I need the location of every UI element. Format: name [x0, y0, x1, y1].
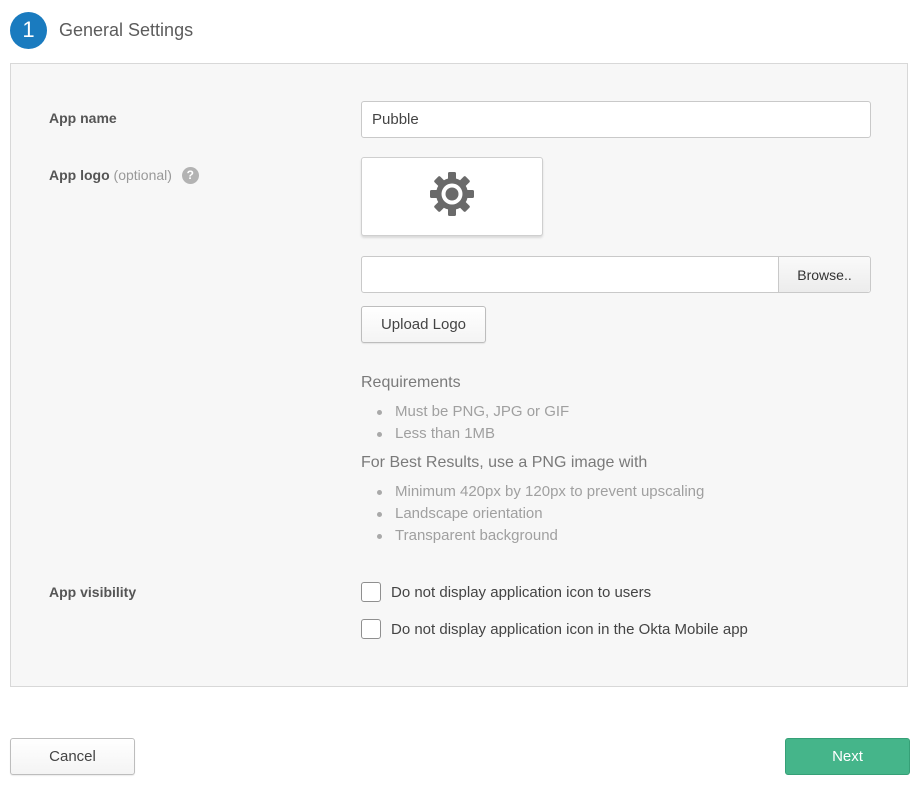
app-visibility-label: App visibility — [49, 584, 137, 600]
logo-preview — [361, 157, 543, 236]
requirements-heading: Requirements — [361, 374, 461, 391]
list-item: Landscape orientation — [361, 503, 704, 525]
list-item: Minimum 420px by 120px to prevent upscal… — [361, 481, 704, 503]
hide-icon-mobile-checkbox[interactable] — [361, 619, 381, 639]
best-results-list: Minimum 420px by 120px to prevent upscal… — [361, 481, 704, 547]
optional-text: (optional) — [113, 167, 172, 183]
list-item: Transparent background — [361, 525, 704, 547]
hide-icon-users-option[interactable]: Do not display application icon to users — [361, 582, 651, 602]
help-icon[interactable]: ? — [181, 167, 199, 184]
list-item: Must be PNG, JPG or GIF — [361, 401, 569, 423]
app-name-input[interactable] — [361, 101, 871, 138]
step-header: 1 General Settings — [10, 11, 193, 49]
step-title: General Settings — [59, 19, 194, 40]
app-logo-label-text: App logo — [49, 167, 110, 183]
hide-icon-mobile-option[interactable]: Do not display application icon in the O… — [361, 619, 748, 639]
logo-file-path-input[interactable] — [362, 257, 778, 292]
cancel-button[interactable]: Cancel — [10, 738, 135, 775]
general-settings-panel: App name App logo (optional) ? — [10, 63, 908, 687]
best-results-heading: For Best Results, use a PNG image with — [361, 454, 648, 471]
upload-logo-button[interactable]: Upload Logo — [361, 306, 486, 343]
gear-icon — [429, 171, 475, 222]
app-name-label: App name — [49, 110, 117, 126]
hide-icon-users-label[interactable]: Do not display application icon to users — [391, 584, 651, 601]
browse-button[interactable]: Browse.. — [778, 257, 870, 292]
requirements-list: Must be PNG, JPG or GIF Less than 1MB — [361, 401, 569, 445]
list-item: Less than 1MB — [361, 423, 569, 445]
app-logo-label: App logo (optional) ? — [49, 167, 199, 184]
logo-file-field: Browse.. — [361, 256, 871, 293]
step-number-badge: 1 — [10, 11, 47, 49]
hide-icon-mobile-label[interactable]: Do not display application icon in the O… — [391, 621, 748, 638]
next-button[interactable]: Next — [785, 738, 910, 775]
hide-icon-users-checkbox[interactable] — [361, 582, 381, 602]
